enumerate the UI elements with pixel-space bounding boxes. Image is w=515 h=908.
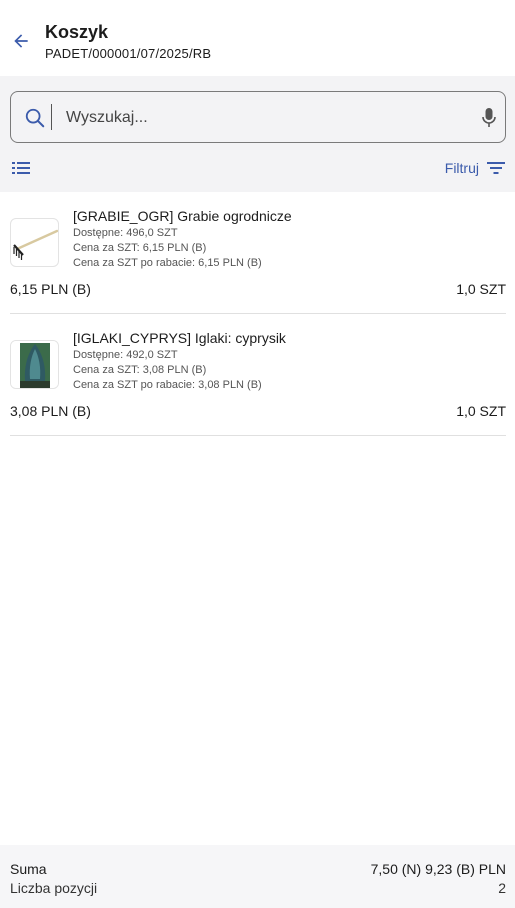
search-bar[interactable] — [10, 91, 506, 143]
item-name: [GRABIE_OGR] Grabie ogrodnicze — [73, 208, 292, 224]
app-header: Koszyk PADET/000001/07/2025/RB — [0, 0, 515, 76]
item-name: [IGLAKI_CYPRYS] Iglaki: cyprysik — [73, 330, 286, 346]
item-quantity: 1,0 SZT — [456, 403, 506, 419]
item-discount-price: Cena za SZT po rabacie: 3,08 PLN (B) — [73, 379, 262, 391]
item-quantity: 1,0 SZT — [456, 281, 506, 297]
page-title: Koszyk — [45, 22, 109, 42]
cypress-image — [11, 341, 58, 388]
product-thumbnail — [10, 340, 59, 389]
microphone-icon[interactable] — [481, 107, 497, 129]
item-available: Dostępne: 496,0 SZT — [73, 227, 178, 239]
search-input[interactable] — [66, 105, 456, 131]
search-divider — [51, 104, 52, 130]
sum-value: 7,50 (N) 9,23 (B) PLN — [370, 861, 506, 877]
document-number: PADET/000001/07/2025/RB — [45, 46, 212, 61]
cart-item[interactable]: [IGLAKI_CYPRYS] Iglaki: cyprysik Dostępn… — [10, 314, 506, 436]
search-icon[interactable] — [24, 107, 46, 129]
arrow-back-icon — [14, 34, 28, 48]
rake-image — [13, 229, 58, 260]
item-total: 6,15 PLN (B) — [10, 281, 91, 297]
item-unit-price: Cena za SZT: 6,15 PLN (B) — [73, 242, 207, 254]
item-discount-price: Cena za SZT po rabacie: 6,15 PLN (B) — [73, 257, 262, 269]
filter-icon — [487, 162, 505, 174]
item-unit-price: Cena za SZT: 3,08 PLN (B) — [73, 364, 207, 376]
cart-item[interactable]: [GRABIE_OGR] Grabie ogrodnicze Dostępne:… — [10, 192, 506, 314]
count-value: 2 — [498, 880, 506, 896]
sum-label: Suma — [10, 861, 47, 877]
count-label: Liczba pozycji — [10, 880, 98, 896]
item-total: 3,08 PLN (B) — [10, 403, 91, 419]
cart-summary: Suma 7,50 (N) 9,23 (B) PLN Liczba pozycj… — [0, 845, 515, 908]
filter-button[interactable]: Filtruj — [445, 157, 505, 179]
item-available: Dostępne: 492,0 SZT — [73, 349, 178, 361]
product-thumbnail — [10, 218, 59, 267]
back-button[interactable] — [8, 28, 34, 54]
filter-label: Filtruj — [444, 160, 479, 176]
list-view-icon[interactable] — [12, 160, 30, 176]
